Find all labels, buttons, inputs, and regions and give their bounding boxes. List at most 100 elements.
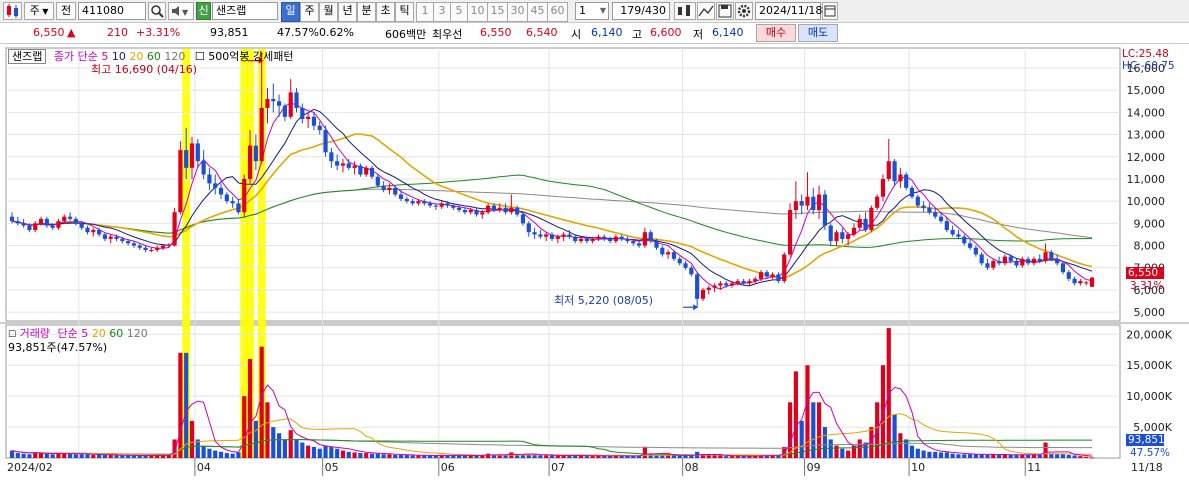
volume-bar <box>712 455 717 458</box>
tab-period-5[interactable]: 초 <box>376 2 395 22</box>
price-tick-label: 14,000 <box>1127 106 1166 119</box>
x-tick-label-date: 11/18 <box>1131 461 1163 474</box>
chart-type-icon[interactable] <box>3 2 22 20</box>
interval-button-7[interactable]: 60 <box>547 2 568 22</box>
volume-bar <box>944 452 949 458</box>
calendar-icon[interactable] <box>822 2 838 20</box>
stock-chart[interactable]: 16,00015,00014,00013,00012,00011,00010,0… <box>0 44 1189 481</box>
candle-body <box>131 243 137 246</box>
pattern-label: 500억봉 강세패턴 <box>208 50 294 63</box>
candle-body <box>909 187 915 197</box>
candle-body <box>1026 258 1031 264</box>
candle-body <box>27 225 32 230</box>
candle-body <box>335 161 340 166</box>
interval-button-1[interactable]: 3 <box>433 2 451 22</box>
candle-body <box>38 218 44 224</box>
candle-body <box>230 201 235 204</box>
candle-body <box>288 92 293 117</box>
candle-body <box>683 263 688 268</box>
save-icon[interactable] <box>716 2 734 20</box>
interval-button-5[interactable]: 30 <box>507 2 528 22</box>
candle-body <box>1084 282 1089 284</box>
candle-body <box>311 116 317 126</box>
interval-select[interactable]: 1 ▼ <box>575 2 609 20</box>
date-field[interactable]: 2024/11/18 <box>755 2 822 20</box>
interval-button-0[interactable]: 1 <box>416 2 434 22</box>
candle-body <box>67 216 73 219</box>
candle-body <box>247 145 253 179</box>
buy-button[interactable]: 매수 <box>756 24 796 42</box>
price-tick-label: 13,000 <box>1127 129 1166 142</box>
interval-button-6[interactable]: 45 <box>527 2 548 22</box>
volume-bar <box>909 445 915 458</box>
candle-body <box>149 249 154 251</box>
current-price: 6,550 <box>33 26 65 39</box>
candle-body <box>62 216 67 222</box>
vol-ma60-label: 60 <box>109 327 124 340</box>
candle-body <box>445 203 450 206</box>
tab-period-1[interactable]: 주 <box>300 2 319 22</box>
volume-tick-label: 20,000K <box>1126 328 1172 341</box>
tab-period-4[interactable]: 분 <box>357 2 376 22</box>
tab-period-6[interactable]: 틱 <box>395 2 414 22</box>
volume-bar <box>1014 454 1019 458</box>
volume-bar <box>422 455 427 458</box>
candle-body <box>253 145 258 162</box>
candle-body <box>857 218 862 228</box>
stock-tag[interactable]: 샌즈랩 <box>8 49 47 64</box>
sell-button[interactable]: 매도 <box>798 24 838 42</box>
volume-bar <box>950 453 955 458</box>
tab-period-2[interactable]: 월 <box>319 2 338 22</box>
candle-body <box>822 194 827 226</box>
volume-bar <box>938 452 944 458</box>
speaker-icon[interactable]: ▼ <box>168 2 194 20</box>
volume-bar <box>91 454 96 458</box>
stock-name-field[interactable]: 샌즈랩 <box>212 2 278 20</box>
x-tick-label: 05 <box>325 461 339 474</box>
draw-tool-icon[interactable] <box>674 2 696 20</box>
candle-body <box>126 241 131 244</box>
volume-bar <box>50 454 55 458</box>
vol-ma120-label: 120 <box>126 327 148 340</box>
volume-bar <box>985 454 990 458</box>
volume-bar <box>1055 454 1060 458</box>
interval-button-2[interactable]: 5 <box>450 2 468 22</box>
up-arrow-icon: ▲ <box>67 26 76 39</box>
volume-bar <box>27 454 32 458</box>
candle-body <box>172 212 177 246</box>
tab-period-3[interactable]: 년 <box>338 2 357 22</box>
volume-bar <box>282 439 287 458</box>
candle-body <box>44 218 49 226</box>
candle-body <box>578 238 584 242</box>
gear-icon[interactable] <box>735 2 753 20</box>
price-change-pct: +3.31% <box>136 26 181 39</box>
interval-button-3[interactable]: 10 <box>467 2 488 22</box>
volume-bar <box>300 442 305 458</box>
volume-bar <box>253 420 258 458</box>
candle-body <box>491 205 497 211</box>
tab-period-0[interactable]: 일 <box>281 2 300 22</box>
x-tick-label: 06 <box>441 461 455 474</box>
interval-button-4[interactable]: 15 <box>487 2 508 22</box>
stock-code-input[interactable]: 411080 <box>78 2 146 20</box>
candle-body <box>863 218 868 230</box>
candle-body <box>56 221 61 228</box>
candle-body <box>114 236 119 239</box>
volume-bar <box>973 454 978 458</box>
volume-bar <box>73 454 78 458</box>
volume-bar <box>1066 454 1071 458</box>
market-select[interactable]: 주 ▼ <box>24 2 54 20</box>
trend-icon[interactable] <box>697 2 715 20</box>
search-icon[interactable] <box>148 2 166 20</box>
candle-body <box>346 163 351 168</box>
volume-bar <box>329 446 334 458</box>
hc-label: HC:-60.75 <box>1122 60 1175 72</box>
prev-button[interactable]: 전 <box>56 2 76 20</box>
candle-body <box>160 245 166 248</box>
candle-body <box>323 130 328 153</box>
volume-tick-label: 10,000K <box>1126 390 1172 403</box>
candle-body <box>497 207 502 211</box>
candle-body <box>584 238 589 242</box>
candle-body <box>811 196 816 211</box>
best-ask: 6,550 <box>480 26 512 39</box>
